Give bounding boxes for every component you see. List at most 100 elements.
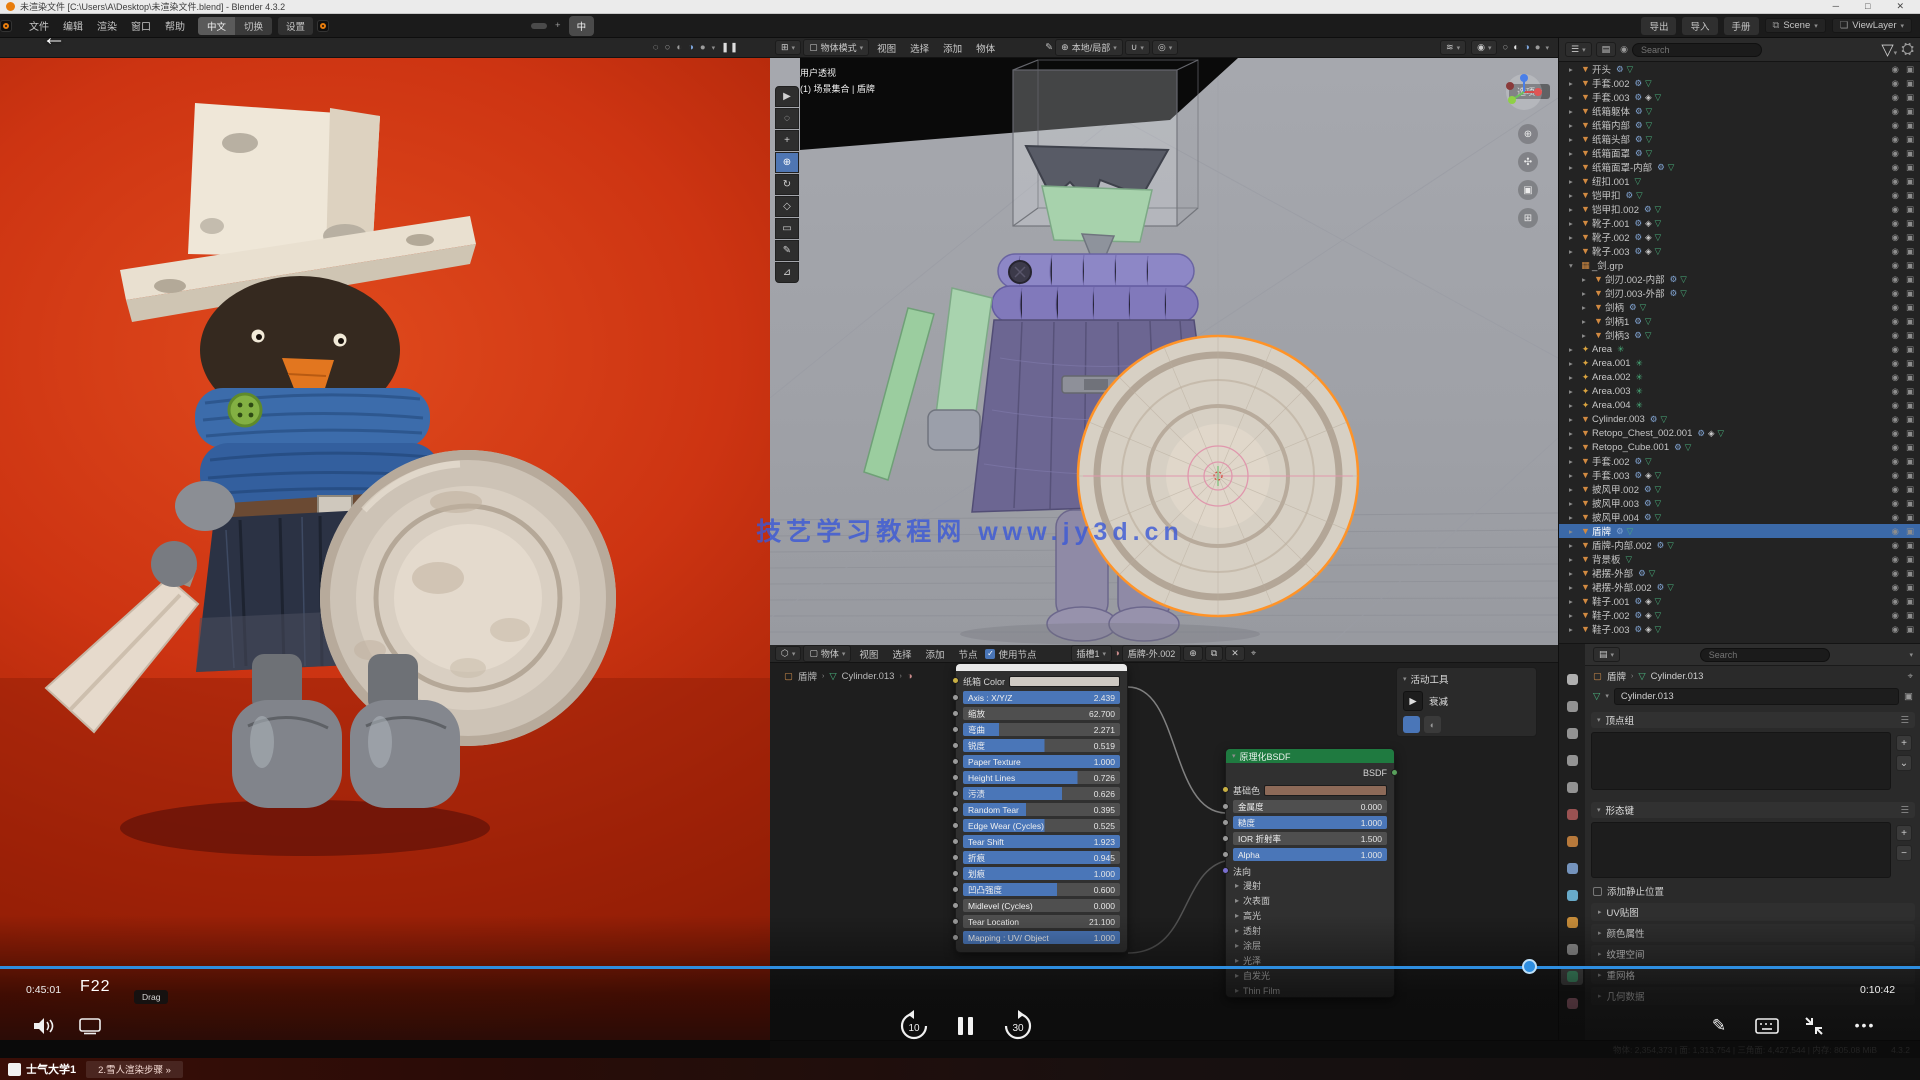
pan-hand-icon[interactable]: ✣ [1518, 152, 1538, 172]
expand-icon[interactable] [1569, 443, 1579, 452]
shading-solid-icon[interactable]: ◐ [676, 42, 682, 53]
bsdf-slider-row[interactable]: IOR 折射率1.500 [1233, 832, 1387, 845]
expand-icon[interactable] [1569, 499, 1579, 508]
shader-menu-select[interactable]: 选择 [886, 647, 917, 661]
hide-eye-icon[interactable]: ◉ [1892, 274, 1899, 285]
hide-eye-icon[interactable]: ◉ [1892, 148, 1899, 159]
base-color-swatch[interactable] [1264, 785, 1387, 796]
color-swatch[interactable] [1009, 676, 1120, 687]
outliner-row[interactable]: 铠甲扣.002 ◉ ▣ [1559, 202, 1920, 216]
outliner-search-input[interactable] [1632, 43, 1762, 57]
breadcrumb-object[interactable]: 盾牌 [1607, 669, 1626, 683]
hide-eye-icon[interactable]: ◉ [1892, 428, 1899, 439]
workspace-tab[interactable] [387, 23, 403, 29]
vertex-groups-list[interactable]: + ⌄ [1591, 732, 1891, 790]
disable-render-icon[interactable]: ▣ [1906, 470, 1914, 481]
expand-icon[interactable] [1569, 79, 1579, 88]
hide-eye-icon[interactable]: ◉ [1892, 526, 1899, 537]
disable-render-icon[interactable]: ▣ [1906, 78, 1914, 89]
language-switch[interactable]: 切换 [235, 17, 272, 35]
viewport-tool-button[interactable]: ◇ [775, 196, 799, 217]
shape-keys-panel-header[interactable]: ▾形态键☰ [1591, 802, 1915, 818]
display-mode-button[interactable]: ▤ [1596, 42, 1617, 57]
copy-material-button[interactable]: ⧉ [1205, 646, 1223, 661]
fake-user-icon[interactable]: ▣ [1904, 691, 1913, 702]
group-slider-row[interactable]: 污渍0.626 [963, 787, 1120, 800]
socket-normal[interactable] [1222, 867, 1229, 874]
properties-tab[interactable] [1561, 994, 1583, 1012]
properties-tab[interactable] [1561, 697, 1583, 715]
shading-dropdown-icon[interactable]: ▾ [1545, 44, 1549, 52]
expand-icon[interactable] [1569, 93, 1579, 102]
group-slider-row[interactable]: 凹凸强度0.600 [963, 883, 1120, 896]
collapsed-panel-row[interactable]: ▸颜色属性 [1591, 924, 1915, 942]
workspace-tab[interactable] [483, 23, 499, 29]
shading-material-icon[interactable]: ◑ [688, 42, 694, 53]
outliner-row[interactable]: 鞋子.002 ◉ ▣ [1559, 608, 1920, 622]
socket-value[interactable] [952, 806, 959, 813]
hide-eye-icon[interactable]: ◉ [1892, 414, 1899, 425]
outliner-row[interactable]: 剑柄1 ◉ ▣ [1559, 314, 1920, 328]
disable-render-icon[interactable]: ▣ [1906, 120, 1914, 131]
hide-eye-icon[interactable]: ◉ [1892, 92, 1899, 103]
bsdf-section-row[interactable]: ▸次表面 [1226, 893, 1394, 908]
filter-eye-icon[interactable]: ◉ [1620, 44, 1628, 55]
outliner-row[interactable]: 纸箱躯体 ◉ ▣ [1559, 104, 1920, 118]
socket-value[interactable] [952, 838, 959, 845]
shading-solid-icon[interactable]: ◐ [1513, 42, 1519, 53]
expand-icon[interactable] [1569, 359, 1579, 368]
keyboard-button[interactable] [1752, 1014, 1782, 1038]
shader-type-dropdown[interactable]: ▢ 物体▾ [803, 645, 851, 662]
group-slider-row[interactable]: 划痕1.000 [963, 867, 1120, 880]
camera-view-icon[interactable]: ▣ [1518, 180, 1538, 200]
hide-eye-icon[interactable]: ◉ [1892, 176, 1899, 187]
hide-eye-icon[interactable]: ◉ [1892, 246, 1899, 257]
socket-value[interactable] [952, 726, 959, 733]
disable-render-icon[interactable]: ▣ [1906, 582, 1914, 593]
expand-icon[interactable] [1569, 485, 1579, 494]
outliner-row[interactable]: 纸箱内部 ◉ ▣ [1559, 118, 1920, 132]
hide-eye-icon[interactable]: ◉ [1892, 64, 1899, 75]
hide-eye-icon[interactable]: ◉ [1892, 120, 1899, 131]
properties-search-input[interactable] [1700, 648, 1830, 662]
disable-render-icon[interactable]: ▣ [1906, 148, 1914, 159]
expand-icon[interactable] [1569, 107, 1579, 116]
group-slider-row[interactable]: Axis : X/Y/Z2.439 [963, 691, 1120, 704]
viewport-tool-button[interactable]: ↻ [775, 174, 799, 195]
hide-eye-icon[interactable]: ◉ [1892, 400, 1899, 411]
outliner-row[interactable]: 纸箱面罩-内部 ◉ ▣ [1559, 160, 1920, 174]
vertex-groups-panel-header[interactable]: ▾顶点组☰ [1591, 712, 1915, 728]
properties-tab[interactable] [1561, 832, 1583, 850]
workspace-tab[interactable] [419, 23, 435, 29]
workspace-tab[interactable] [515, 23, 531, 29]
expand-icon[interactable] [1569, 429, 1579, 438]
expand-icon[interactable] [1569, 415, 1579, 424]
hide-eye-icon[interactable]: ◉ [1892, 596, 1899, 607]
expand-icon[interactable] [1569, 541, 1579, 550]
add-vertex-group-button[interactable]: + [1896, 735, 1912, 751]
falloff-option-active[interactable] [1403, 716, 1420, 733]
disable-render-icon[interactable]: ▣ [1906, 106, 1914, 117]
outliner-row[interactable]: 开头 ◉ ▣ [1559, 62, 1920, 76]
hide-eye-icon[interactable]: ◉ [1892, 218, 1899, 229]
overlays-icon[interactable]: ≋▾ [1440, 40, 1466, 55]
disable-render-icon[interactable]: ▣ [1906, 372, 1914, 383]
hide-eye-icon[interactable]: ◉ [1892, 330, 1899, 341]
expand-icon[interactable] [1569, 345, 1579, 354]
outliner-row[interactable]: 剑刃.002-内部 ◉ ▣ [1559, 272, 1920, 286]
socket-value[interactable] [952, 902, 959, 909]
outliner-row[interactable]: Retopo_Cube.001 ◉ ▣ [1559, 440, 1920, 454]
group-slider-row[interactable]: 缩放62.700 [963, 707, 1120, 720]
mode-dropdown[interactable]: ▢ 物体模式▾ [803, 39, 869, 56]
outliner-options-icon[interactable]: ⛭ [1901, 41, 1914, 59]
navigation-gizmo[interactable] [1504, 72, 1544, 112]
viewport-tool-button[interactable]: ▶ [775, 86, 799, 107]
bsdf-slider-row[interactable]: Alpha1.000 [1233, 848, 1387, 861]
manual-button[interactable]: 手册 [1724, 17, 1759, 35]
group-slider-row[interactable]: Midlevel (Cycles)0.000 [963, 899, 1120, 912]
socket-value[interactable] [952, 790, 959, 797]
shader-menu-add[interactable]: 添加 [919, 647, 950, 661]
disable-render-icon[interactable]: ▣ [1906, 540, 1914, 551]
taskbar-window-button[interactable]: 2.雪人渲染步骤 » [86, 1061, 183, 1078]
expand-icon[interactable] [1569, 163, 1579, 172]
